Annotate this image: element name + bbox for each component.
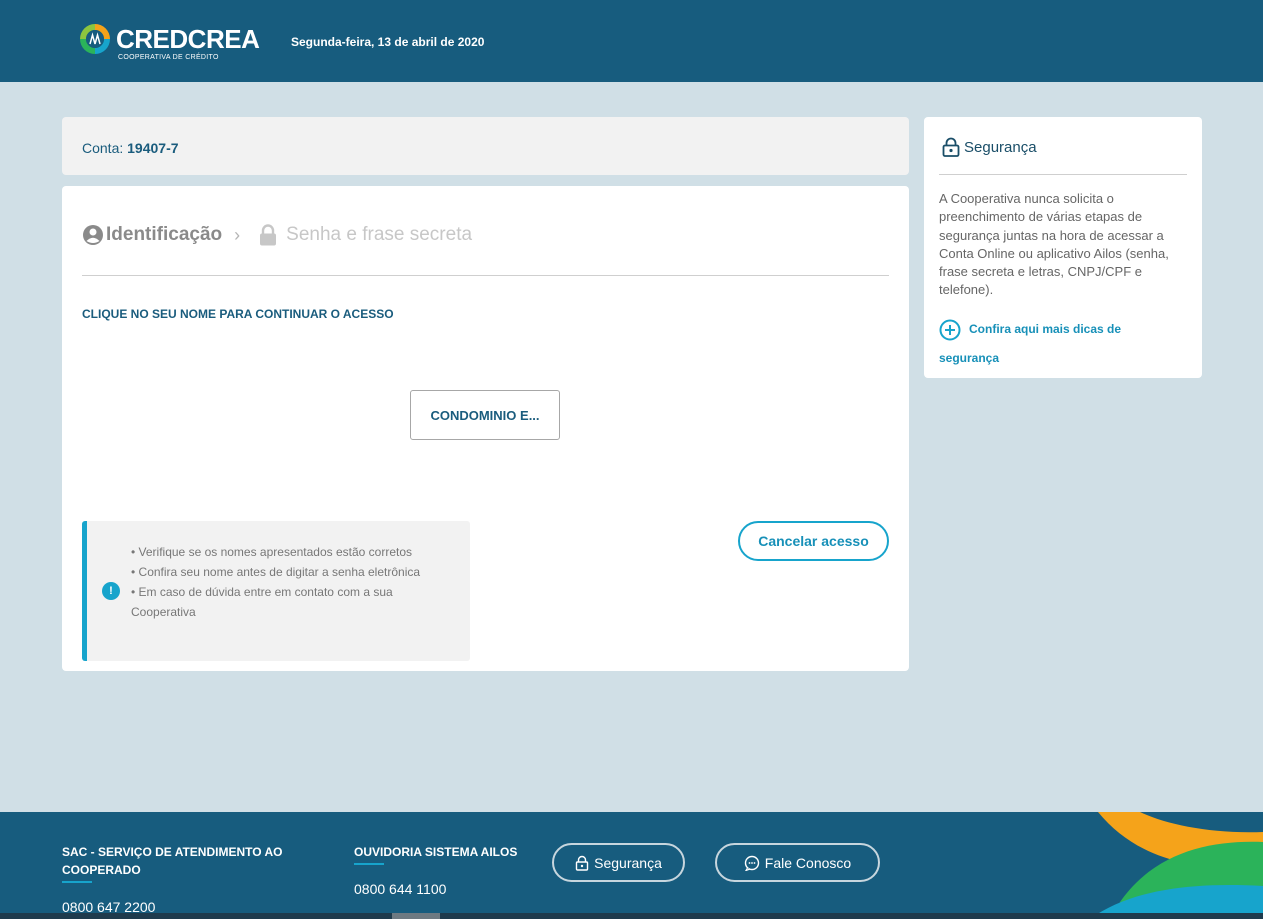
tips-list: • Verifique se os nomes apresentados est… (131, 542, 451, 622)
cancel-access-button[interactable]: Cancelar acesso (738, 521, 889, 561)
footer-security-button[interactable]: Segurança (552, 843, 685, 882)
security-card: Segurança A Cooperativa nunca solicita o… (924, 117, 1202, 378)
footer: SAC - SERVIÇO DE ATENDIMENTO AO COOPERAD… (0, 812, 1263, 919)
logo-subtitle: COOPERATIVA DE CRÉDITO (118, 54, 219, 61)
current-date: Segunda-feira, 13 de abril de 2020 (291, 35, 485, 49)
instruction-text: CLIQUE NO SEU NOME PARA CONTINUAR O ACES… (82, 307, 394, 321)
padlock-icon (942, 137, 960, 157)
step-identification: Identificação (106, 224, 223, 245)
underline (354, 863, 384, 865)
contact-us-button[interactable]: Fale Conosco (715, 843, 880, 882)
ouvidoria-title: OUVIDORIA SISTEMA AILOS (354, 845, 518, 859)
credcrea-logo[interactable]: CREDCREA COOPERATIVA DE CRÉDITO (78, 20, 260, 66)
security-title: Segurança (964, 138, 1037, 156)
scrollbar-thumb[interactable] (392, 913, 440, 919)
identification-card: Identificação › Senha e frase secreta CL… (62, 186, 909, 671)
logo-text: CREDCREA (116, 24, 260, 54)
security-header: Segurança (942, 137, 1037, 157)
security-tips-link[interactable]: Confira aqui mais dicas de segurança (939, 315, 1169, 373)
user-circle-icon (83, 225, 103, 245)
tips-box: ! • Verifique se os nomes apresentados e… (82, 521, 470, 661)
info-icon: ! (102, 582, 120, 600)
footer-security-label: Segurança (594, 854, 662, 871)
ouvidoria-section: OUVIDORIA SISTEMA AILOS 0800 644 1100 (354, 843, 534, 897)
lock-icon (260, 224, 277, 246)
sac-title: SAC - SERVIÇO DE ATENDIMENTO AO COOPERAD… (62, 845, 283, 877)
tip-item: • Confira seu nome antes de digitar a se… (131, 565, 421, 579)
divider (939, 174, 1187, 175)
account-holder-name-button[interactable]: CONDOMINIO E... (410, 390, 560, 440)
sac-section: SAC - SERVIÇO DE ATENDIMENTO AO COOPERAD… (62, 843, 302, 915)
footer-bottom-bar (0, 913, 1263, 919)
tip-item: • Em caso de dúvida entre em contato com… (131, 585, 393, 619)
account-info: Conta: 19407-7 (82, 140, 179, 156)
footer-decoration (1090, 812, 1263, 919)
padlock-icon (575, 855, 589, 871)
account-label: Conta: (82, 140, 124, 156)
security-text: A Cooperativa nunca solicita o preenchim… (939, 191, 1169, 298)
logo-icon (80, 24, 110, 54)
divider (82, 275, 889, 276)
security-tips-link-text: Confira aqui mais dicas de segurança (939, 322, 1122, 365)
progress-steps: Identificação › Senha e frase secreta (82, 220, 472, 250)
step-password: Senha e frase secreta (286, 224, 473, 245)
plus-circle-icon (939, 319, 961, 341)
tip-item: • Verifique se os nomes apresentados est… (131, 545, 413, 559)
contact-us-label: Fale Conosco (764, 854, 852, 871)
account-number: 19407-7 (127, 140, 179, 156)
underline (62, 881, 92, 883)
account-box: Conta: 19407-7 (62, 117, 909, 175)
step-separator-icon: › (234, 224, 241, 245)
chat-icon (744, 855, 759, 871)
ouvidoria-phone: 0800 644 1100 (354, 881, 447, 897)
header: CREDCREA COOPERATIVA DE CRÉDITO Segunda-… (0, 0, 1263, 82)
